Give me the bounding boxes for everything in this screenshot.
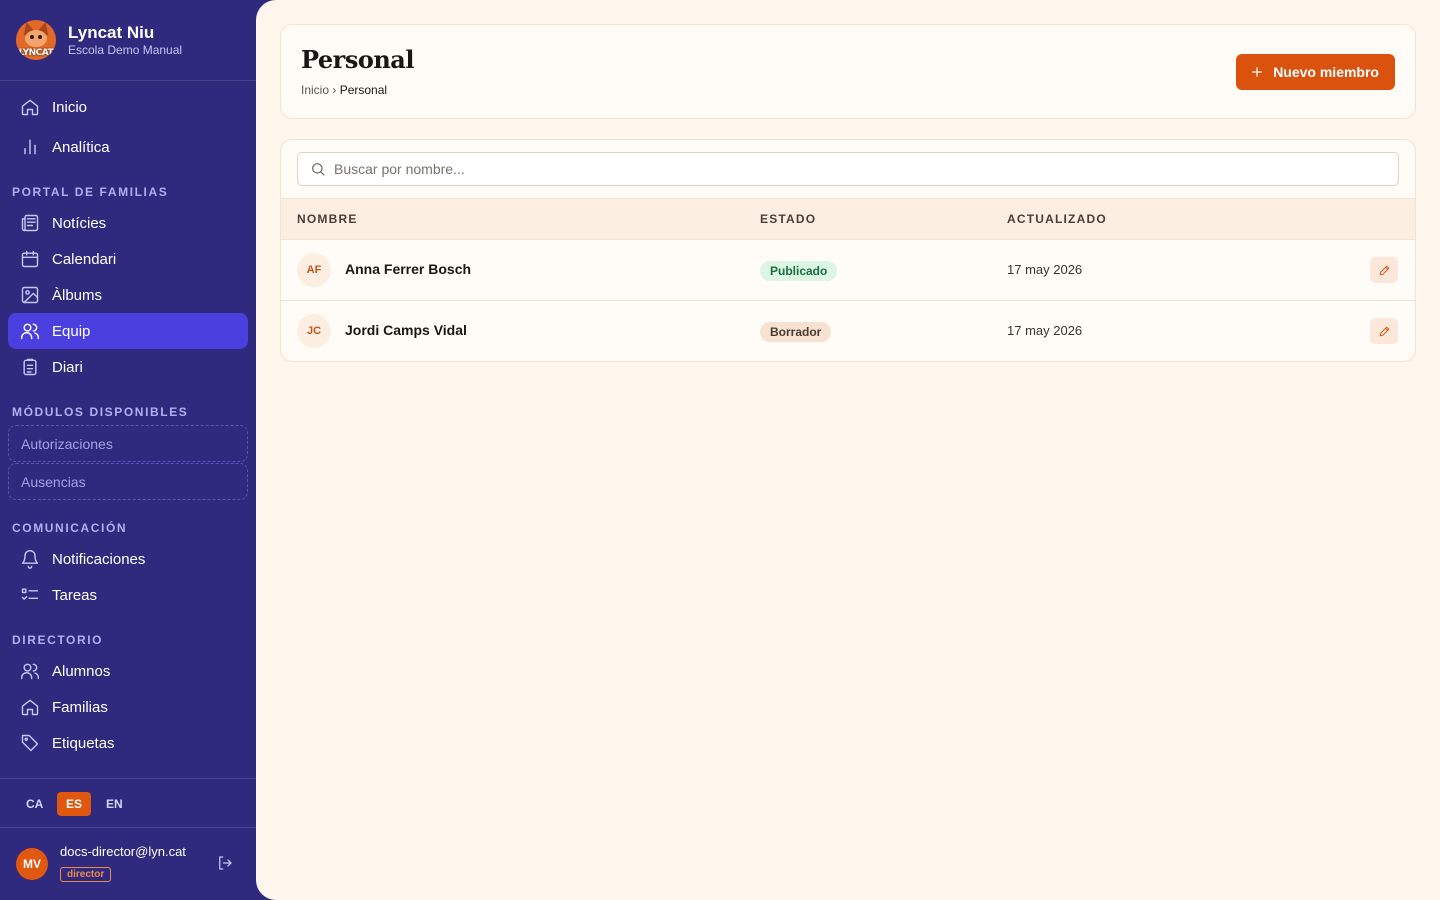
pencil-icon	[1379, 326, 1389, 336]
sidebar-item-noticies[interactable]: Notícies	[8, 205, 248, 241]
updated-date: 17 may 2026	[1007, 323, 1083, 338]
status-badge: Publicado	[760, 261, 838, 281]
checklist-icon	[21, 588, 39, 600]
user-panel: MV docs-director@lyn.cat director	[0, 828, 256, 900]
edit-button[interactable]	[1370, 257, 1398, 283]
language-switcher: CA ES EN	[0, 778, 256, 828]
role-badge: director	[60, 867, 112, 882]
lyncat-logo: LYNCAT	[16, 20, 56, 60]
newspaper-icon	[21, 214, 39, 232]
breadcrumb-home[interactable]: Inicio	[301, 83, 329, 97]
sidebar-item-label: Analítica	[52, 138, 110, 156]
member-name[interactable]: Jordi Camps Vidal	[345, 322, 467, 338]
plus-icon	[1252, 67, 1262, 77]
page-title: Personal	[301, 45, 414, 74]
clipboard-icon	[23, 358, 37, 376]
sidebar-item-label: Àlbums	[52, 286, 103, 304]
table-header: NOMBRE ESTADO ACTUALIZADO	[281, 198, 1415, 240]
user-email: docs-director@lyn.cat	[60, 844, 186, 859]
staff-table: NOMBRE ESTADO ACTUALIZADO AF Anna Ferrer…	[280, 139, 1416, 362]
table-row[interactable]: AF Anna Ferrer Bosch Publicado 17 may 20…	[281, 240, 1415, 301]
sidebar-item-label: Notícies	[52, 214, 107, 232]
avatar: JC	[297, 314, 331, 348]
sidebar-item-notificaciones[interactable]: Notificaciones	[8, 541, 248, 577]
section-title-portal: PORTAL DE FAMILIAS	[12, 185, 169, 199]
breadcrumb-current: Personal	[339, 83, 388, 97]
section-title-modules: MÓDULOS DISPONIBLES	[12, 405, 189, 419]
sidebar-item-tareas[interactable]: Tareas	[8, 577, 248, 613]
main-content: Personal Inicio › Personal Nuevo miembro…	[256, 0, 1440, 900]
column-header-name[interactable]: NOMBRE	[297, 212, 358, 226]
sidebar-item-label: Alumnos	[52, 662, 111, 680]
updated-date: 17 may 2026	[1007, 262, 1083, 277]
page-header: Personal Inicio › Personal Nuevo miembro	[280, 24, 1416, 119]
home-icon	[21, 699, 39, 716]
brand[interactable]: LYNCAT Lyncat Niu Escola Demo Manual	[0, 0, 256, 81]
school-name: Escola Demo Manual	[68, 43, 183, 57]
bell-icon	[21, 550, 39, 569]
users-icon	[20, 663, 40, 680]
sidebar-item-diari[interactable]: Diari	[8, 349, 248, 385]
edit-button[interactable]	[1370, 318, 1398, 344]
new-member-button[interactable]: Nuevo miembro	[1236, 54, 1395, 90]
search-icon	[312, 163, 325, 176]
sidebar-item-label: Notificaciones	[52, 550, 146, 568]
sidebar-item-albums[interactable]: Àlbums	[8, 277, 248, 313]
status-badge: Borrador	[760, 322, 832, 342]
table-row[interactable]: JC Jordi Camps Vidal Borrador 17 may 202…	[281, 301, 1415, 361]
sidebar-item-equip[interactable]: Equip	[8, 313, 248, 349]
avatar[interactable]: MV	[16, 848, 48, 880]
calendar-icon	[21, 250, 39, 268]
column-header-status[interactable]: ESTADO	[760, 212, 816, 226]
sidebar-item-label: Tareas	[52, 586, 98, 604]
sidebar-item-inicio[interactable]: Inicio	[8, 89, 248, 125]
image-icon	[21, 286, 39, 304]
section-title-directory: DIRECTORIO	[12, 633, 104, 647]
sidebar-item-label: Familias	[52, 698, 108, 716]
sidebar-item-label: Calendari	[52, 250, 117, 268]
breadcrumb: Inicio › Personal	[301, 83, 387, 97]
sidebar-item-etiquetas[interactable]: Etiquetas	[8, 725, 248, 761]
language-es[interactable]: ES	[57, 792, 92, 816]
sidebar-item-calendari[interactable]: Calendari	[8, 241, 248, 277]
avatar: AF	[297, 253, 331, 287]
users-icon	[20, 323, 40, 340]
module-ausencias[interactable]: Ausencias	[8, 463, 248, 500]
pencil-icon	[1379, 265, 1389, 275]
home-icon	[21, 99, 39, 116]
sidebar-item-familias[interactable]: Familias	[8, 689, 248, 725]
sidebar-item-analitica[interactable]: Analítica	[8, 129, 248, 165]
sidebar: LYNCAT Lyncat Niu Escola Demo Manual Ini…	[0, 0, 256, 900]
section-title-communication: COMUNICACIÓN	[12, 521, 128, 535]
sidebar-item-label: Equip	[52, 322, 91, 340]
brand-name: Lyncat Niu	[68, 23, 155, 42]
module-autorizaciones[interactable]: Autorizaciones	[8, 425, 248, 462]
sidebar-item-label: Inicio	[52, 98, 88, 116]
language-en[interactable]: EN	[97, 792, 132, 816]
member-name[interactable]: Anna Ferrer Bosch	[345, 261, 471, 277]
search-box[interactable]	[297, 152, 1399, 186]
bar-chart-icon	[24, 139, 36, 155]
new-member-label: Nuevo miembro	[1273, 64, 1379, 80]
column-header-updated[interactable]: ACTUALIZADO	[1007, 212, 1107, 226]
search-input[interactable]	[334, 161, 1334, 177]
sidebar-item-label: Etiquetas	[52, 734, 115, 752]
sidebar-item-alumnos[interactable]: Alumnos	[8, 653, 248, 689]
logout-icon	[219, 856, 232, 870]
tag-icon	[21, 734, 39, 752]
sidebar-item-label: Diari	[52, 358, 83, 376]
breadcrumb-separator: ›	[332, 83, 337, 97]
language-ca[interactable]: CA	[17, 792, 52, 816]
logout-button[interactable]	[216, 854, 236, 874]
